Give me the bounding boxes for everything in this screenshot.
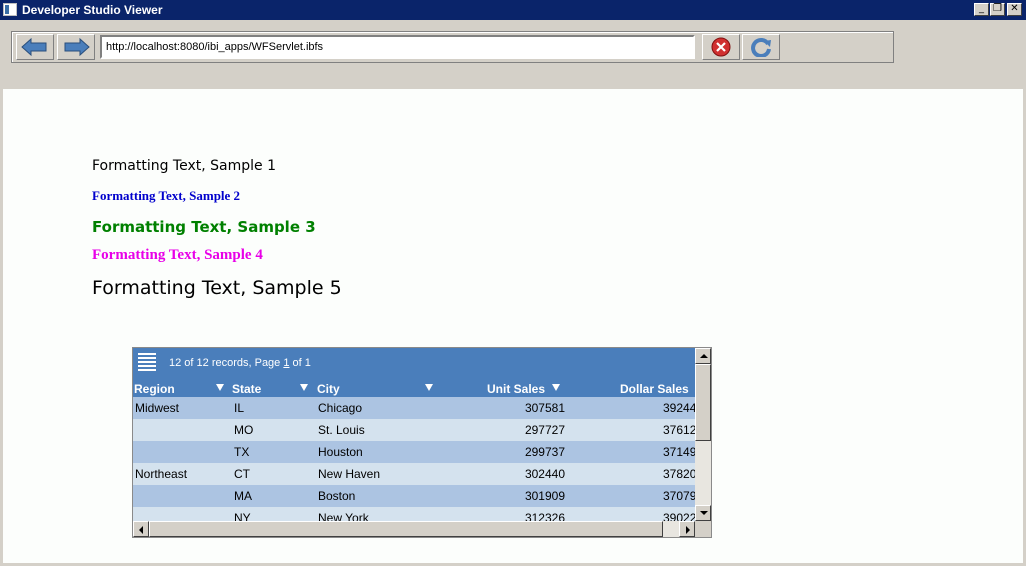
back-arrow-icon: [21, 37, 47, 57]
minimize-button[interactable]: _: [974, 3, 989, 16]
report-header: 12 of 12 records, Page 1 of 1 Region Sta…: [133, 348, 695, 397]
sort-dropdown-icon[interactable]: [216, 384, 224, 391]
report-rows: Midwest IL Chicago 307581 39244 MO St. L…: [133, 397, 697, 529]
table-row: Midwest IL Chicago 307581 39244: [133, 397, 697, 419]
report-grid: 12 of 12 records, Page 1 of 1 Region Sta…: [132, 347, 712, 538]
scroll-down-button[interactable]: [695, 505, 711, 521]
url-input[interactable]: [100, 35, 695, 59]
scroll-left-button[interactable]: [133, 521, 149, 537]
cell-unit-sales: 302440: [524, 467, 565, 481]
vertical-scrollbar[interactable]: [695, 348, 711, 521]
left-arrow-icon: [139, 526, 143, 534]
cell-state: CT: [234, 467, 250, 481]
refresh-icon: [751, 38, 771, 57]
cell-unit-sales: 307581: [524, 401, 565, 415]
table-row: MO St. Louis 297727 37612: [133, 419, 697, 441]
vertical-scroll-thumb[interactable]: [695, 364, 711, 441]
cell-city: New Haven: [318, 467, 381, 481]
title-bar: Developer Studio Viewer _ ❐ ✕: [0, 0, 1026, 20]
stop-icon: [711, 37, 731, 57]
cell-dollar-sales: 37820: [663, 467, 697, 481]
forward-arrow-icon: [64, 37, 90, 57]
horizontal-scrollbar[interactable]: [133, 521, 695, 537]
sort-dropdown-icon[interactable]: [425, 384, 433, 391]
toolbar: [11, 31, 894, 63]
refresh-button[interactable]: [742, 34, 780, 60]
column-header-state[interactable]: State: [232, 382, 261, 396]
maximize-button[interactable]: ❐: [990, 3, 1005, 16]
record-count: 12 of 12 records, Page 1 of 1: [169, 357, 311, 369]
sample-text-4: Formatting Text, Sample 4: [92, 247, 263, 263]
column-header-city[interactable]: City: [317, 382, 340, 396]
forward-button[interactable]: [57, 34, 95, 60]
back-button[interactable]: [16, 34, 54, 60]
window-title: Developer Studio Viewer: [22, 3, 163, 17]
cell-state: TX: [234, 445, 250, 459]
app-icon: [3, 3, 17, 16]
close-button[interactable]: ✕: [1007, 3, 1022, 16]
cell-dollar-sales: 39244: [663, 401, 697, 415]
report-content: Formatting Text, Sample 1 Formatting Tex…: [3, 89, 1023, 563]
sort-dropdown-icon[interactable]: [300, 384, 308, 391]
cell-unit-sales: 301909: [524, 489, 565, 503]
horizontal-scroll-thumb[interactable]: [149, 521, 663, 537]
scroll-right-button[interactable]: [679, 521, 695, 537]
scrollbar-corner: [695, 521, 711, 537]
column-header-unit-sales[interactable]: Unit Sales: [487, 382, 545, 396]
cell-dollar-sales: 37079: [663, 489, 697, 503]
cell-city: St. Louis: [318, 423, 365, 437]
cell-city: Houston: [318, 445, 363, 459]
up-arrow-icon: [700, 354, 708, 358]
table-row: MA Boston 301909 37079: [133, 485, 697, 507]
cell-city: Chicago: [318, 401, 363, 415]
cell-region: Northeast: [135, 467, 188, 481]
cell-state: MA: [234, 489, 252, 503]
sample-text-5: Formatting Text, Sample 5: [92, 277, 342, 299]
cell-unit-sales: 297727: [524, 423, 565, 437]
cell-state: IL: [234, 401, 245, 415]
right-arrow-icon: [686, 526, 690, 534]
cell-state: MO: [234, 423, 254, 437]
down-arrow-icon: [700, 511, 708, 515]
table-row: Northeast CT New Haven 302440 37820: [133, 463, 697, 485]
column-header-region[interactable]: Region: [134, 382, 175, 396]
sample-text-1: Formatting Text, Sample 1: [92, 158, 276, 174]
cell-dollar-sales: 37612: [663, 423, 697, 437]
cell-city: Boston: [318, 489, 356, 503]
sample-text-2: Formatting Text, Sample 2: [92, 188, 241, 203]
cell-unit-sales: 299737: [524, 445, 565, 459]
scroll-up-button[interactable]: [695, 348, 711, 364]
cell-dollar-sales: 37149: [663, 445, 697, 459]
menu-list-icon[interactable]: [138, 353, 156, 371]
column-header-dollar-sales[interactable]: Dollar Sales: [620, 382, 689, 396]
sample-text-3: Formatting Text, Sample 3: [92, 218, 316, 236]
stop-button[interactable]: [702, 34, 740, 60]
cell-region: Midwest: [135, 401, 180, 415]
sort-dropdown-icon[interactable]: [552, 384, 560, 391]
table-row: TX Houston 299737 37149: [133, 441, 697, 463]
